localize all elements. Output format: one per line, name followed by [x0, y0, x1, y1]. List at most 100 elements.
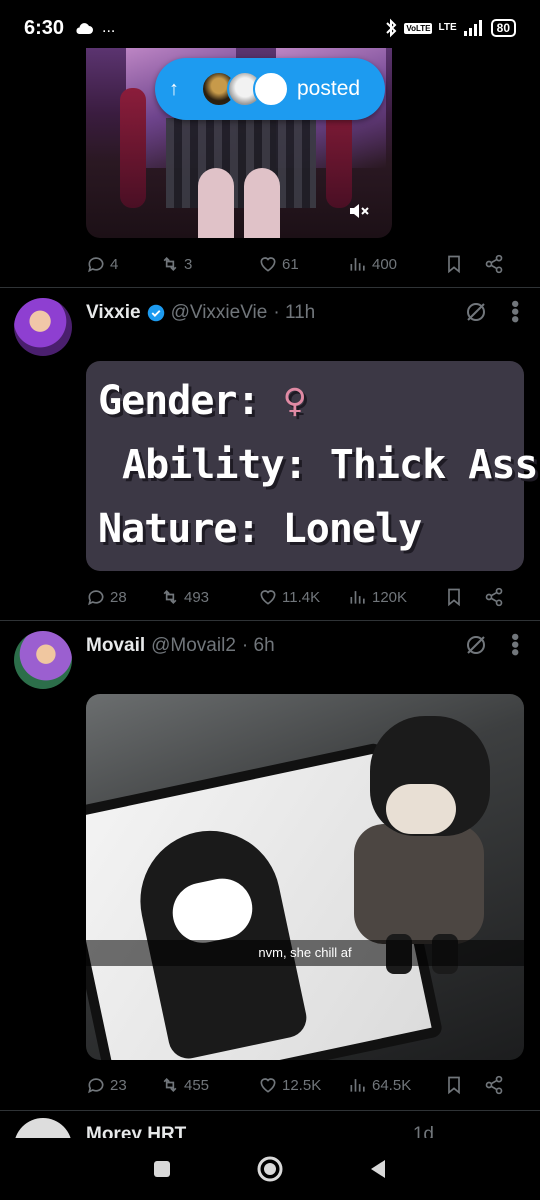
- volte-badge: VoLTE: [404, 22, 433, 34]
- repost-button[interactable]: 455: [160, 1075, 258, 1095]
- share-button[interactable]: [484, 587, 504, 607]
- views-count: 120K: [372, 588, 408, 606]
- views-button[interactable]: 120K: [348, 587, 444, 607]
- reply-icon: [88, 1078, 104, 1094]
- display-name[interactable]: Morey HRT: [86, 1124, 186, 1138]
- repost-button[interactable]: 493: [160, 587, 258, 607]
- views-icon: [350, 591, 365, 604]
- bookmark-button[interactable]: [444, 254, 484, 274]
- repost-icon: [163, 589, 177, 605]
- like-button[interactable]: 11.4K: [258, 587, 348, 607]
- card-line-nature: Nature: Lonely: [98, 506, 422, 552]
- avatar[interactable]: [14, 298, 72, 356]
- verified-icon: [147, 304, 164, 322]
- photo-plush-body: [354, 824, 484, 944]
- like-count: 11.4K: [282, 588, 321, 606]
- divider: [0, 1110, 540, 1111]
- tweet-photo[interactable]: nvm, she chill af: [86, 694, 524, 1060]
- avatar[interactable]: [14, 1118, 72, 1138]
- network-type: LTE: [438, 22, 457, 33]
- media-skirt: [166, 118, 316, 208]
- tweet-actions: 28 493 11.4K 120K: [86, 582, 526, 612]
- like-button[interactable]: 61: [258, 254, 348, 274]
- grok-icon[interactable]: [464, 300, 488, 324]
- share-button[interactable]: [484, 254, 504, 274]
- views-icon: [350, 258, 365, 271]
- posted-label: posted: [297, 77, 361, 100]
- repost-icon: [163, 1077, 177, 1093]
- reply-count: 4: [110, 255, 119, 273]
- repost-icon: [163, 256, 177, 272]
- photo-plush-face: [386, 784, 456, 834]
- bluetooth-icon: [386, 18, 397, 38]
- like-button[interactable]: 12.5K: [258, 1075, 348, 1095]
- views-icon: [350, 1079, 365, 1092]
- reply-button[interactable]: 23: [86, 1075, 160, 1095]
- nav-home-button[interactable]: [256, 1155, 284, 1183]
- views-button[interactable]: 400: [348, 254, 444, 274]
- reply-count: 28: [110, 588, 127, 606]
- mute-icon[interactable]: [348, 202, 370, 220]
- battery-icon: 80: [490, 19, 516, 37]
- like-icon: [260, 1078, 276, 1093]
- timestamp[interactable]: · 11h: [273, 302, 315, 324]
- repost-button[interactable]: 3: [160, 254, 258, 274]
- bookmark-button[interactable]: [444, 1075, 484, 1095]
- like-count: 12.5K: [282, 1076, 322, 1094]
- nav-back-button[interactable]: [368, 1158, 388, 1180]
- reply-icon: [88, 590, 104, 606]
- mini-avatar: [253, 71, 289, 107]
- grok-icon[interactable]: [464, 633, 488, 657]
- tweet-header: Movail @Movail2 · 6h •••: [14, 631, 534, 691]
- status-right: VoLTE LTE 80: [384, 18, 516, 38]
- repost-count: 455: [184, 1076, 210, 1094]
- card-line-gender: Gender: ♀: [98, 369, 512, 433]
- media-arm-left: [120, 88, 146, 208]
- status-left-icons: ...: [74, 19, 115, 37]
- like-icon: [260, 590, 276, 605]
- share-icon: [485, 587, 503, 607]
- reply-count: 23: [110, 1076, 127, 1094]
- views-button[interactable]: 64.5K: [348, 1075, 444, 1095]
- nav-recents-button[interactable]: [152, 1159, 172, 1179]
- timestamp[interactable]: · 6h: [242, 635, 275, 657]
- card-line-ability: Ability: Thick Ass: [122, 442, 538, 488]
- share-icon: [485, 254, 503, 274]
- reply-button[interactable]: 4: [86, 254, 160, 274]
- more-icon[interactable]: •••: [503, 300, 528, 323]
- new-posts-pill[interactable]: ↑ posted: [155, 58, 385, 120]
- bookmark-button[interactable]: [444, 587, 484, 607]
- status-time: 6:30: [24, 16, 65, 39]
- display-name[interactable]: Vixxie: [86, 302, 141, 324]
- divider: [0, 620, 540, 621]
- author-line: Morey HRT: [86, 1124, 186, 1138]
- media-leg-right: [244, 168, 280, 238]
- bookmark-icon: [448, 588, 460, 607]
- posted-avatars: [201, 71, 289, 107]
- media-leg-left: [198, 168, 234, 238]
- avatar[interactable]: [14, 631, 72, 689]
- signal-icon: [463, 20, 482, 36]
- tweet-actions: 23 455 12.5K 64.5K: [86, 1070, 526, 1100]
- arrow-up-icon: ↑: [169, 77, 179, 100]
- views-count: 400: [372, 255, 398, 273]
- display-name[interactable]: Movail: [86, 635, 145, 657]
- next-tweet-header: Morey HRT 1d: [14, 1118, 534, 1138]
- share-icon: [485, 1075, 503, 1095]
- handle[interactable]: @Movail2: [151, 635, 236, 657]
- nav-square-icon: [154, 1161, 170, 1177]
- divider: [0, 287, 540, 288]
- author-line: Movail @Movail2 · 6h: [86, 635, 275, 657]
- share-button[interactable]: [484, 1075, 504, 1095]
- tweet-actions: 4 3 61 400: [86, 249, 526, 279]
- system-nav-bar: [0, 1138, 540, 1200]
- tweet-image-card[interactable]: Gender: ♀ Ability: Thick Ass Nature: Lon…: [86, 361, 538, 571]
- handle[interactable]: @VixxieVie: [171, 302, 268, 324]
- nav-home-icon: [257, 1156, 283, 1182]
- repost-count: 3: [184, 255, 193, 273]
- timestamp[interactable]: 1d: [413, 1124, 434, 1138]
- more-icon[interactable]: •••: [503, 633, 528, 656]
- nav-back-icon: [371, 1160, 385, 1178]
- reply-button[interactable]: 28: [86, 587, 160, 607]
- photo-caption: nvm, she chill af: [86, 940, 524, 966]
